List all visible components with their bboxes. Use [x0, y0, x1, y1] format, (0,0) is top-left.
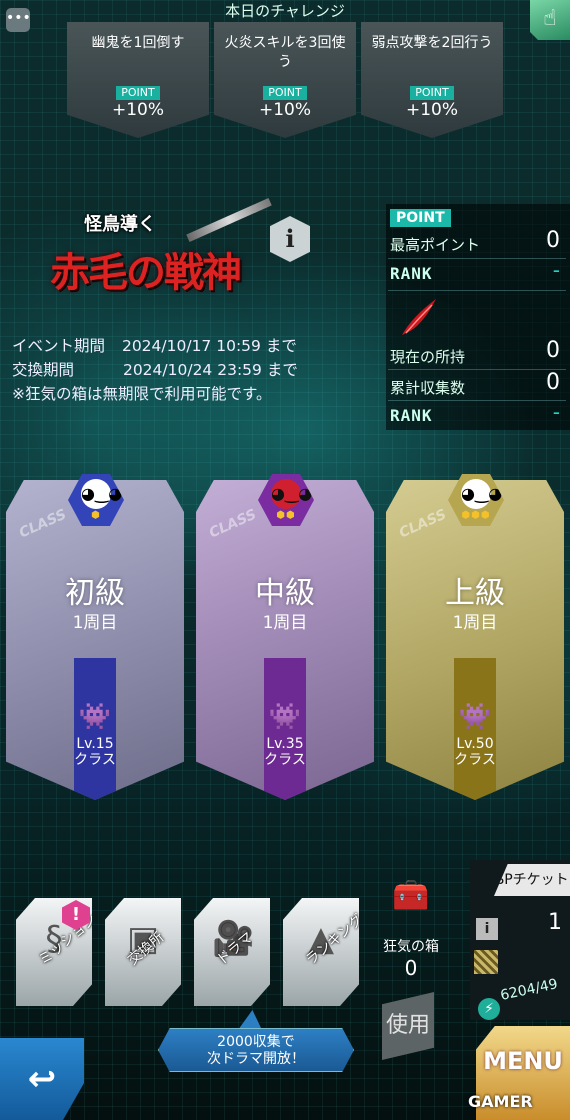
point-badge: POINT [390, 209, 451, 227]
bonus-value: +10% [111, 100, 165, 120]
class-card-beginner[interactable]: CLASS 初級 1周目 👾 Lv.15 クラス [6, 480, 184, 800]
jack-frost-icon: ◕‿◕ [461, 479, 502, 509]
point-label: POINT [116, 86, 160, 100]
rank-label: RANK [390, 264, 433, 283]
sp-ticket-value: 1 [548, 910, 562, 935]
sp-item-icon [474, 950, 498, 974]
collected-value: 0 [546, 370, 560, 395]
monster-icon: 👾 [78, 702, 112, 732]
drama-button[interactable]: 🎥 ドラマ [194, 898, 270, 1006]
event-period-value: 2024/10/17 10:59 まで [121, 337, 297, 355]
monster-icon: 👾 [268, 702, 302, 732]
bubble-line-2: 次ドラマ開放！ [207, 1051, 305, 1067]
class-card-advanced[interactable]: CLASS 上級 1周目 👾 Lv.50 クラス [386, 480, 564, 800]
bubble-line-1: 2000収集で [217, 1034, 295, 1050]
challenge-card-1: 幽鬼を1回倒す POINT +10% [67, 22, 209, 138]
level-value: Lv.50 [456, 736, 494, 752]
class-level: Lv.15 クラス [6, 736, 184, 768]
level-sub: クラス [74, 752, 116, 768]
class-card-intermediate[interactable]: CLASS 中級 1周目 👾 Lv.35 クラス [196, 480, 374, 800]
class-name: 初級 [65, 576, 125, 611]
class-tag: CLASS [206, 506, 259, 542]
exchange-period: 交換期間 2024/10/24 23:59 まで [12, 358, 382, 380]
class-level: Lv.50 クラス [386, 736, 564, 768]
challenge-task: 幽鬼を1回倒す [91, 35, 185, 51]
challenge-task: 火炎スキルを3回使う [224, 35, 346, 70]
bonus-value: +10% [405, 100, 459, 120]
point-label: POINT [263, 86, 307, 100]
exchange-period-value: 2024/10/24 23:59 まで [122, 361, 298, 379]
exchange-period-label: 交換期間 [12, 361, 75, 379]
jack-frost-red-icon: ◕‿◕ [271, 479, 312, 509]
watermark: GAMER [468, 1092, 533, 1111]
owned-value: 0 [546, 338, 560, 363]
event-logo-subtitle: 怪鳥導く [84, 214, 156, 235]
challenge-card-3: 弱点攻撃を2回行う POINT +10% [361, 22, 503, 138]
jack-frost-icon: ◕‿◕ [81, 479, 122, 509]
event-logo: 怪鳥導く 赤毛の戦神 [44, 198, 272, 306]
rank2-label: RANK [390, 406, 433, 425]
bonus-value: +10% [258, 100, 312, 120]
sp-info-icon[interactable]: i [476, 918, 498, 940]
drama-unlock-bubble: 2000収集で 次ドラマ開放！ [158, 1028, 354, 1072]
level-sub: クラス [454, 752, 496, 768]
rank-value: - [552, 258, 560, 282]
class-name: 中級 [255, 576, 315, 611]
energy-icon: ⚡ [478, 998, 500, 1020]
level-value: Lv.15 [76, 736, 114, 752]
feather-icon [402, 299, 436, 335]
best-point-label: 最高ポイント [390, 236, 481, 254]
challenge-title: 本日のチャレンジ [225, 2, 345, 20]
owned-label: 現在の所持 [390, 348, 466, 366]
event-note: ※狂気の箱は無期限で利用可能です。 [12, 385, 272, 403]
event-logo-title: 赤毛の戦神 [50, 249, 242, 296]
challenge-card-2: 火炎スキルを3回使う POINT +10% [214, 22, 356, 138]
level-value: Lv.35 [266, 736, 304, 752]
collected-label: 累計収集数 [390, 379, 466, 397]
hand-icon[interactable]: ☝ [530, 0, 570, 40]
class-cycle: 1周目 [72, 613, 118, 633]
best-point-value: 0 [546, 228, 560, 253]
madness-box-label: 狂気の箱 [383, 939, 439, 955]
chat-icon[interactable]: ••• [6, 8, 31, 32]
madness-box-value: 0 [404, 956, 418, 980]
ranking-button[interactable]: ▲ ランキング [283, 898, 359, 1006]
event-period-label: イベント期間 [12, 337, 106, 355]
class-cycle: 1周目 [452, 613, 498, 633]
class-tag: CLASS [396, 506, 449, 542]
class-tag: CLASS [16, 506, 69, 542]
challenge-task: 弱点攻撃を2回行う [371, 35, 493, 51]
class-level: Lv.35 クラス [196, 736, 374, 768]
event-period: イベント期間 2024/10/17 10:59 まで [12, 334, 382, 356]
back-arrow-icon: ↩ [27, 1059, 57, 1099]
class-name: 上級 [445, 576, 505, 611]
point-label: POINT [410, 86, 454, 100]
madness-box-icon: 🧰 [392, 878, 430, 913]
monster-icon: 👾 [458, 702, 492, 732]
class-cycle: 1周目 [262, 613, 308, 633]
exchange-button[interactable]: ▣ 交換所 [105, 898, 181, 1006]
rank2-value: - [552, 400, 560, 424]
divider [388, 290, 566, 291]
level-sub: クラス [264, 752, 306, 768]
